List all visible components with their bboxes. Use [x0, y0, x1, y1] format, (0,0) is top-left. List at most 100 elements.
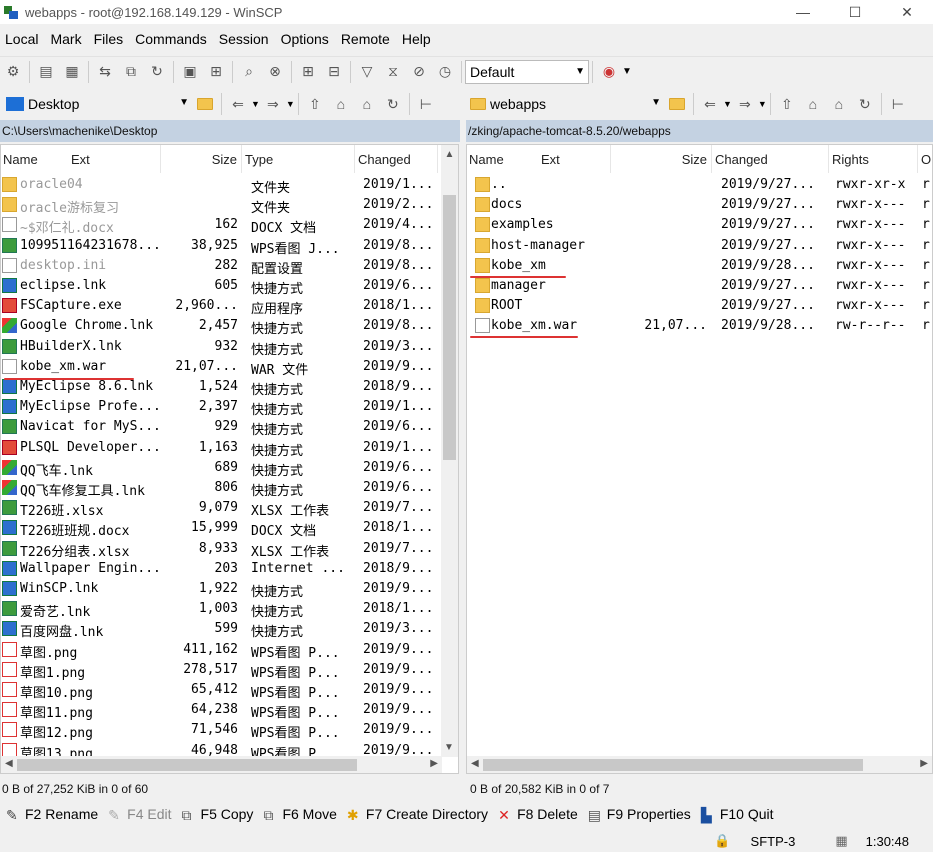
table-row[interactable]: desktop.ini 282 配置设置 2019/8...: [1, 256, 441, 277]
table-row[interactable]: 爱奇艺.lnk 1,003 快捷方式 2018/1...: [1, 599, 441, 620]
remote-horizontal-scrollbar[interactable]: ◀ ▶: [467, 756, 932, 773]
root-directory-icon[interactable]: ⌂: [802, 93, 824, 115]
remote-folder-select[interactable]: webapps ▼: [466, 92, 664, 116]
column-header-rights[interactable]: Rights: [830, 145, 918, 173]
table-row[interactable]: ROOT 2019/9/27... rwxr-x--- r: [467, 296, 932, 316]
table-row[interactable]: T226班班规.docx 15,999 DOCX 文档 2018/1...: [1, 518, 441, 539]
table-row[interactable]: examples 2019/9/27... rwxr-x--- r: [467, 215, 932, 235]
scroll-right-icon[interactable]: ▶: [920, 758, 928, 769]
refresh-icon[interactable]: ↻: [146, 61, 168, 83]
table-row[interactable]: QQ飞车修复工具.lnk 806 快捷方式 2019/6...: [1, 478, 441, 499]
table-row[interactable]: eclipse.lnk 605 快捷方式 2019/6...: [1, 276, 441, 297]
table-row[interactable]: 草图10.png 65,412 WPS看图 P... 2019/9...: [1, 680, 441, 701]
unselect-icon[interactable]: ⊟: [323, 61, 345, 83]
column-header-changed[interactable]: Changed: [356, 145, 438, 173]
table-row[interactable]: Navicat for MyS... 929 快捷方式 2019/6...: [1, 417, 441, 438]
table-row[interactable]: kobe_xm 2019/9/28... rwxr-x--- r: [467, 256, 932, 276]
table-row[interactable]: oracle游标复习 文件夹 2019/2...: [1, 195, 441, 216]
column-header-changed[interactable]: Changed: [713, 145, 829, 173]
scroll-left-icon[interactable]: ◀: [5, 758, 13, 769]
table-row[interactable]: MyEclipse 8.6.lnk 1,524 快捷方式 2018/9...: [1, 377, 441, 398]
menu-help[interactable]: Help: [397, 31, 438, 47]
table-row[interactable]: T226班.xlsx 9,079 XLSX 工作表 2019/7...: [1, 498, 441, 519]
home-directory-icon[interactable]: ⌂: [356, 93, 378, 115]
table-row[interactable]: 草图1.png 278,517 WPS看图 P... 2019/9...: [1, 660, 441, 681]
properties-button[interactable]: ▤ F9 Properties: [588, 806, 691, 823]
create-directory-button[interactable]: ✱ F7 Create Directory: [347, 806, 488, 823]
delete-button[interactable]: ✕ F8 Delete: [498, 806, 578, 823]
scroll-down-icon[interactable]: ▼: [444, 742, 454, 753]
menu-files[interactable]: Files: [89, 31, 131, 47]
menu-mark[interactable]: Mark: [45, 31, 88, 47]
copy-button[interactable]: ⧉ F5 Copy: [182, 806, 254, 823]
maximize-button[interactable]: ☐: [829, 0, 881, 24]
table-row[interactable]: T226分组表.xlsx 8,933 XLSX 工作表 2019/7...: [1, 539, 441, 560]
home-directory-icon[interactable]: ⌂: [828, 93, 850, 115]
compare-icon[interactable]: ⧉: [120, 61, 142, 83]
preferences-gear-icon[interactable]: ⚙: [2, 61, 24, 83]
transfer-settings-globe-icon[interactable]: ◉: [598, 61, 620, 83]
parent-directory-icon[interactable]: ⇧: [304, 93, 326, 115]
column-header-size[interactable]: Size: [612, 145, 712, 173]
local-horizontal-scrollbar[interactable]: ◀ ▶: [1, 756, 442, 773]
open-directory-icon[interactable]: [666, 93, 688, 115]
column-header-ext[interactable]: Ext: [539, 145, 611, 173]
table-row[interactable]: kobe_xm.war 21,07... 2019/9/28... rw-r--r--…: [467, 316, 932, 336]
scroll-thumb[interactable]: [17, 759, 357, 771]
scroll-thumb[interactable]: [483, 759, 863, 771]
table-row[interactable]: kobe_xm.war 21,07... WAR 文件 2019/9...: [1, 357, 441, 378]
back-arrow-icon[interactable]: ⇐: [227, 93, 249, 115]
filter-icon[interactable]: ▽: [356, 61, 378, 83]
chevron-down-icon[interactable]: ▼: [251, 99, 260, 109]
table-row[interactable]: manager 2019/9/27... rwxr-x--- r: [467, 276, 932, 296]
local-drive-select[interactable]: Desktop ▼: [2, 92, 192, 116]
table-row[interactable]: oracle04 文件夹 2019/1...: [1, 175, 441, 196]
local-file-list[interactable]: Name Ext Size Type Changed oracle04 文件夹 20…: [0, 144, 459, 774]
forward-arrow-icon[interactable]: ⇒: [262, 93, 284, 115]
quit-button[interactable]: ▙ F10 Quit: [701, 806, 774, 823]
chevron-down-icon[interactable]: ▼: [723, 99, 732, 109]
column-header-ext[interactable]: Ext: [69, 145, 161, 173]
select-all-icon[interactable]: ⊞: [297, 61, 319, 83]
table-row[interactable]: FSCapture.exe 2,960... 应用程序 2018/1...: [1, 296, 441, 317]
scroll-up-icon[interactable]: ▲: [441, 149, 458, 160]
column-header-type[interactable]: Type: [243, 145, 355, 173]
table-row[interactable]: ~$邓仁礼.docx 162 DOCX 文档 2019/4...: [1, 215, 441, 236]
queue-icon[interactable]: ▤: [35, 61, 57, 83]
table-row[interactable]: .. 2019/9/27... rwxr-xr-x r: [467, 175, 932, 195]
column-header-size[interactable]: Size: [162, 145, 242, 173]
menu-options[interactable]: Options: [276, 31, 336, 47]
scroll-right-icon[interactable]: ▶: [430, 758, 438, 769]
table-row[interactable]: 草图12.png 71,546 WPS看图 P... 2019/9...: [1, 720, 441, 741]
chevron-down-icon[interactable]: ▼: [286, 99, 295, 109]
table-row[interactable]: 草图.png 411,162 WPS看图 P... 2019/9...: [1, 640, 441, 661]
open-directory-icon[interactable]: [194, 93, 216, 115]
synchronize-icon[interactable]: ⇆: [94, 61, 116, 83]
tree-view-icon[interactable]: ⊢: [887, 93, 909, 115]
refresh-icon[interactable]: ↻: [854, 93, 876, 115]
keep-up-to-date-icon[interactable]: ⧖: [382, 61, 404, 83]
menu-local[interactable]: Local: [0, 31, 45, 47]
rename-button[interactable]: ✎ F2 Rename: [6, 806, 98, 823]
menu-session[interactable]: Session: [214, 31, 276, 47]
remote-file-list[interactable]: Name Ext Size Changed Rights O .. 2019/9/…: [466, 144, 933, 774]
chevron-down-icon[interactable]: ▼: [622, 66, 632, 77]
scroll-thumb[interactable]: [443, 195, 456, 460]
back-arrow-icon[interactable]: ⇐: [699, 93, 721, 115]
table-row[interactable]: host-manager 2019/9/27... rwxr-x--- r: [467, 236, 932, 256]
table-row[interactable]: 草图11.png 64,238 WPS看图 P... 2019/9...: [1, 700, 441, 721]
forward-arrow-icon[interactable]: ⇒: [734, 93, 756, 115]
binoculars-icon[interactable]: ⊗: [264, 61, 286, 83]
parent-directory-icon[interactable]: ⇧: [776, 93, 798, 115]
refresh-icon[interactable]: ↻: [382, 93, 404, 115]
putty-icon[interactable]: ⊞: [205, 61, 227, 83]
table-row[interactable]: 109951164231678... 38,925 WPS看图 J... 2019/8…: [1, 236, 441, 257]
table-row[interactable]: HBuilderX.lnk 932 快捷方式 2019/3...: [1, 337, 441, 358]
local-vertical-scrollbar[interactable]: ▲ ▼: [441, 145, 458, 757]
scroll-left-icon[interactable]: ◀: [471, 758, 479, 769]
menu-commands[interactable]: Commands: [130, 31, 214, 47]
find-files-icon[interactable]: ⌕: [238, 61, 260, 83]
transfer-profile-select[interactable]: Default ▼: [465, 59, 589, 84]
root-directory-icon[interactable]: ⌂: [330, 93, 352, 115]
table-row[interactable]: Google Chrome.lnk 2,457 快捷方式 2019/8...: [1, 316, 441, 337]
